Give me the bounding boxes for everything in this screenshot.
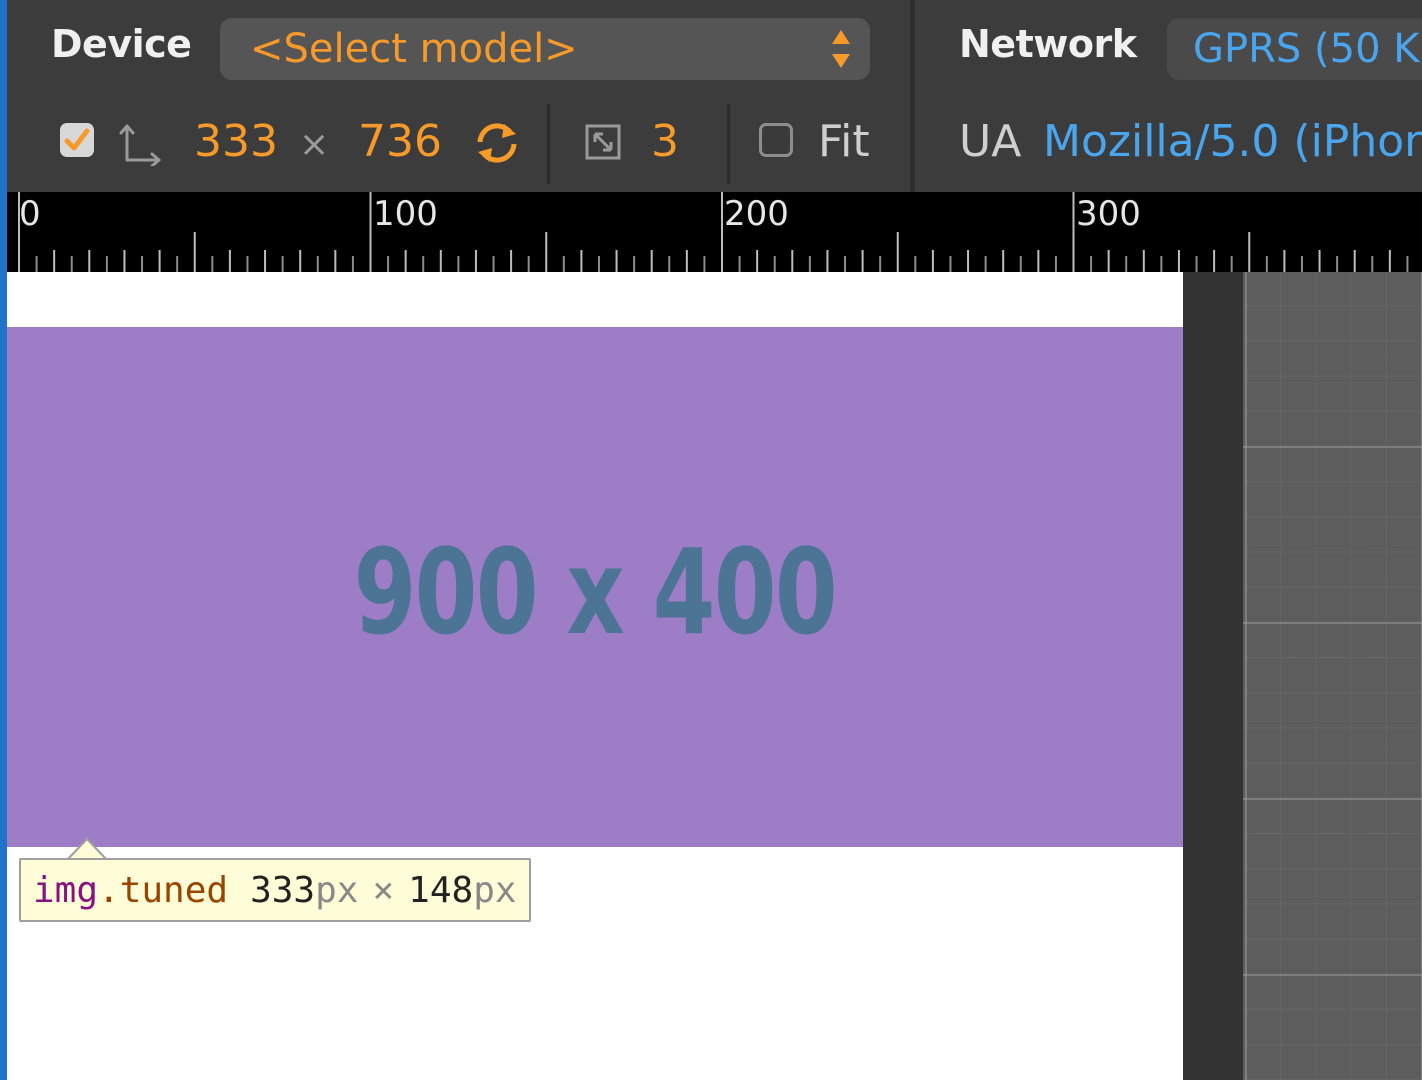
tooltip-times: × [372,869,395,911]
zoom-icon [585,124,621,160]
viewport-resize-gutter[interactable] [1183,272,1243,1080]
toolbar-divider [727,104,730,184]
viewport-width-input[interactable]: 333 [194,116,278,167]
canvas-grid-background [1243,272,1422,1080]
fit-checkbox[interactable] [759,123,793,157]
network-throttle-select[interactable]: GPRS (50 K [1167,18,1422,80]
device-model-value: <Select model> [250,26,578,72]
toolbar-divider [547,104,550,184]
placeholder-image-label: 900 x 400 [353,523,838,661]
emulate-resolution-checkbox[interactable] [60,123,94,157]
emulated-viewport[interactable]: 900 x 400 img .tuned 333 px × 148 px [7,272,1183,1080]
horizontal-ruler: 0 100 200 300 [7,192,1422,272]
network-throttle-value: GPRS (50 K [1193,26,1420,72]
ruler-label: 100 [373,194,438,234]
placeholder-image[interactable]: 900 x 400 [7,327,1183,847]
ruler-ticks [18,192,1409,272]
tooltip-height: 148 [408,869,474,911]
network-label: Network [959,22,1137,66]
ruler-label: 0 [19,194,41,234]
viewport-height-input[interactable]: 736 [358,116,442,167]
swap-dimensions-icon[interactable] [119,122,163,166]
tooltip-tag: img [33,869,99,911]
device-pixel-ratio[interactable]: 3 [651,116,679,167]
check-icon [64,128,90,151]
tooltip-class: .tuned [98,869,229,911]
device-model-select[interactable]: <Select model> [220,18,870,80]
rotate-icon[interactable] [472,120,522,166]
tooltip-width: 333 [250,869,316,911]
ruler-label: 300 [1076,194,1141,234]
toolbar-section-divider [910,0,915,192]
window-edge-accent [0,0,7,1080]
element-inspector-tooltip: img .tuned 333 px × 148 px [19,858,531,922]
select-arrows-icon [832,30,850,68]
dimension-separator: × [299,124,330,165]
ua-label: UA [959,116,1022,167]
tooltip-width-unit: px [315,869,359,911]
tooltip-height-unit: px [473,869,517,911]
device-toolbar: Device <Select model> Network GPRS (50 K… [7,0,1422,192]
user-agent-value[interactable]: Mozilla/5.0 (iPhon [1043,116,1422,167]
ruler-label: 200 [724,194,789,234]
fit-label: Fit [818,116,870,167]
device-label: Device [51,22,192,66]
